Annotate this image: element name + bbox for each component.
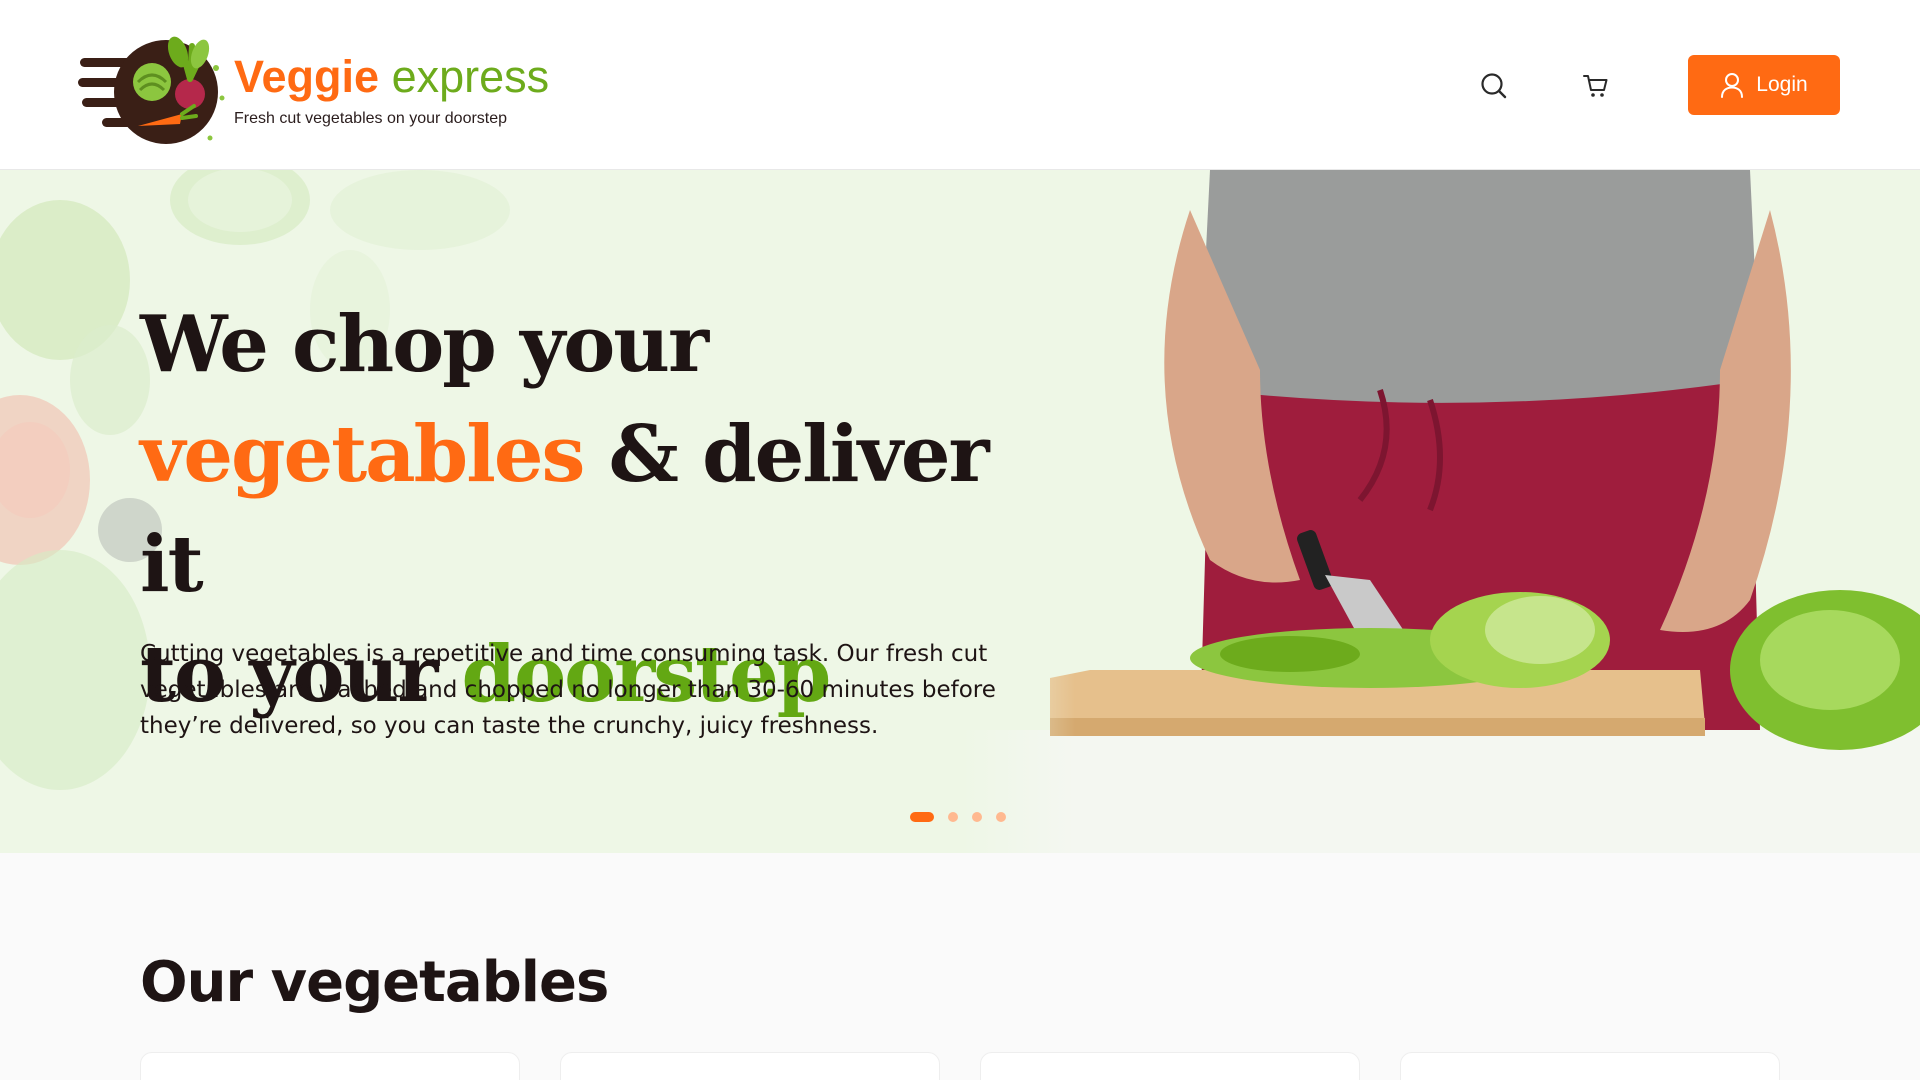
vegetable-card[interactable]	[560, 1052, 940, 1080]
search-button[interactable]	[1474, 66, 1514, 106]
carousel-dot-4[interactable]	[996, 812, 1006, 822]
logo[interactable]: Veggie express Fresh cut vegetables on y…	[78, 28, 549, 150]
brand-tagline: Fresh cut vegetables on your doorstep	[234, 110, 508, 127]
carousel-dot-1[interactable]	[910, 812, 934, 822]
carousel-dot-3[interactable]	[972, 812, 982, 822]
hero-banner: We chop your vegetables & deliver it to …	[0, 170, 1920, 853]
chef-chopping-lettuce-image	[960, 170, 1920, 853]
carousel-indicators	[910, 812, 1006, 822]
search-icon	[1481, 73, 1507, 99]
hero-description: Cutting vegetables is a repetitive and t…	[140, 641, 996, 739]
section-title-our-vegetables: Our vegetables	[140, 950, 609, 1015]
login-button[interactable]: Login	[1688, 55, 1840, 115]
vegetable-card[interactable]	[980, 1052, 1360, 1080]
brand-name-part1: Veggie	[234, 51, 380, 102]
cart-icon	[1583, 75, 1608, 97]
headline-line-1: We chop your	[140, 299, 709, 390]
vegetable-card[interactable]	[1400, 1052, 1780, 1080]
user-icon	[1721, 73, 1744, 98]
site-header: Veggie express Fresh cut vegetables on y…	[0, 0, 1920, 170]
veggie-logo-icon	[78, 36, 225, 144]
headline-line-2: vegetables & deliver it	[140, 400, 1040, 620]
brand-name-part2: express	[391, 51, 550, 102]
vegetable-card[interactable]	[140, 1052, 520, 1080]
carousel-dot-2[interactable]	[948, 812, 958, 822]
headline-highlight-vegetables: vegetables	[140, 409, 585, 500]
cart-button[interactable]	[1576, 66, 1616, 106]
brand-name: Veggie express	[234, 54, 549, 99]
login-label: Login	[1756, 73, 1808, 96]
